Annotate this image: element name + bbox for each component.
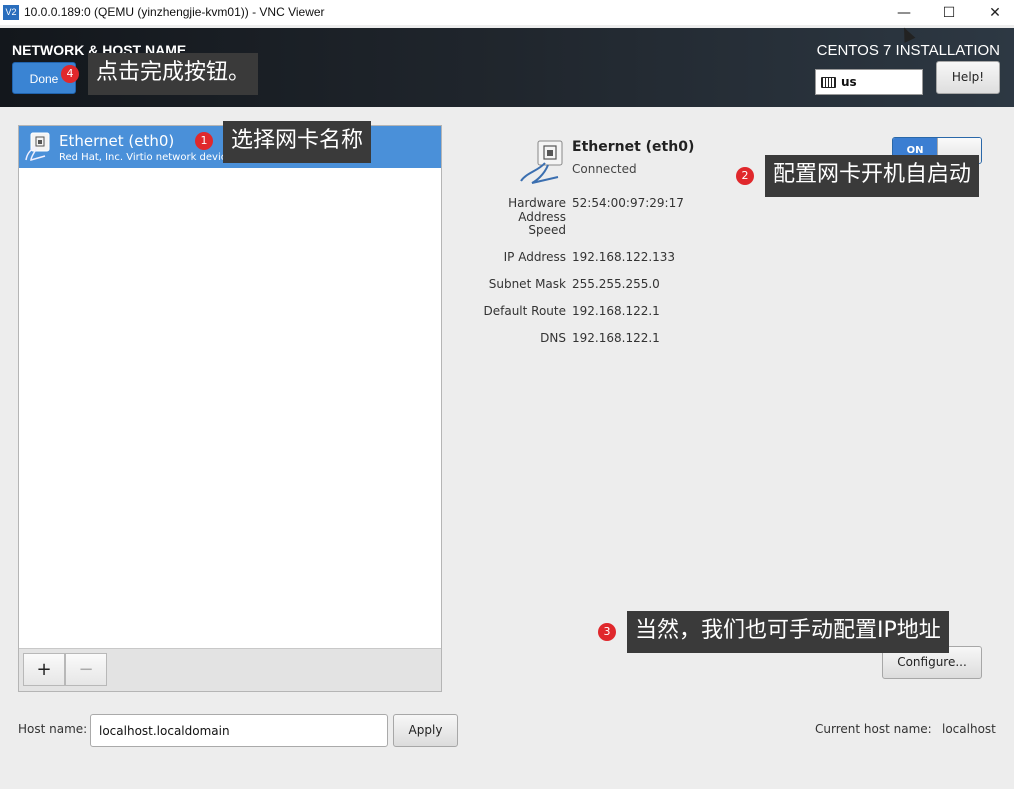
hostname-input[interactable] bbox=[90, 714, 388, 747]
keyboard-icon bbox=[821, 77, 836, 88]
device-toolbar: + − bbox=[19, 648, 441, 691]
annotation-callout-1: 选择网卡名称 bbox=[223, 121, 372, 163]
minimize-icon[interactable]: — bbox=[893, 3, 915, 23]
keyboard-layout-label: us bbox=[841, 75, 857, 89]
maximize-icon[interactable]: ☐ bbox=[938, 3, 960, 23]
device-name: Ethernet (eth0) bbox=[59, 132, 175, 150]
window-titlebar: V2 10.0.0.189:0 (QEMU (yinzhengjie-kvm01… bbox=[0, 0, 1014, 25]
dns-value: 192.168.122.1 bbox=[572, 331, 660, 345]
vnc-logo-icon: V2 bbox=[3, 5, 19, 20]
annotation-callout-3: 当然，我们也可手动配置IP地址 bbox=[627, 611, 949, 653]
annotation-badge-1: 1 bbox=[195, 132, 213, 150]
default-route-label: Default Route bbox=[483, 304, 567, 318]
default-route-value: 192.168.122.1 bbox=[572, 304, 660, 318]
annotation-callout-4: 点击完成按钮。 bbox=[88, 53, 259, 95]
device-description: Red Hat, Inc. Virtio network device bbox=[59, 152, 233, 163]
annotation-badge-3: 3 bbox=[598, 623, 616, 641]
hostname-label: Host name: bbox=[18, 722, 88, 736]
subnet-mask-label: Subnet Mask bbox=[488, 277, 566, 291]
keyboard-layout-indicator[interactable]: us bbox=[815, 69, 923, 95]
ip-address-value: 192.168.122.133 bbox=[572, 250, 676, 264]
dns-label: DNS bbox=[540, 331, 566, 345]
annotation-badge-2: 2 bbox=[736, 167, 754, 185]
current-hostname-label: Current host name: bbox=[815, 722, 932, 736]
help-button[interactable]: Help! bbox=[936, 61, 1000, 94]
remove-device-button[interactable]: − bbox=[65, 653, 107, 686]
speed-label: Speed bbox=[528, 223, 566, 237]
annotation-badge-4: 4 bbox=[61, 65, 79, 83]
hardware-address-label: Hardware Address bbox=[508, 196, 566, 224]
apply-button[interactable]: Apply bbox=[393, 714, 458, 747]
current-hostname-value: localhost bbox=[942, 722, 996, 736]
annotation-callout-2: 配置网卡开机自启动 bbox=[765, 155, 980, 197]
hardware-address-value: 52:54:00:97:29:17 bbox=[572, 196, 684, 210]
device-list-panel: Ethernet (eth0) Red Hat, Inc. Virtio net… bbox=[18, 125, 442, 692]
detail-device-name: Ethernet (eth0) bbox=[572, 139, 695, 155]
ip-address-label: IP Address bbox=[503, 250, 566, 264]
subnet-mask-value: 255.255.255.0 bbox=[572, 277, 660, 291]
installer-title: CENTOS 7 INSTALLATION bbox=[816, 42, 1000, 59]
add-device-button[interactable]: + bbox=[23, 653, 65, 686]
window-title: 10.0.0.189:0 (QEMU (yinzhengjie-kvm01)) … bbox=[24, 5, 325, 19]
detail-connection-status: Connected bbox=[572, 162, 637, 176]
ethernet-icon bbox=[25, 132, 50, 161]
ethernet-detail-icon bbox=[520, 140, 563, 184]
close-icon[interactable]: ✕ bbox=[984, 3, 1006, 23]
